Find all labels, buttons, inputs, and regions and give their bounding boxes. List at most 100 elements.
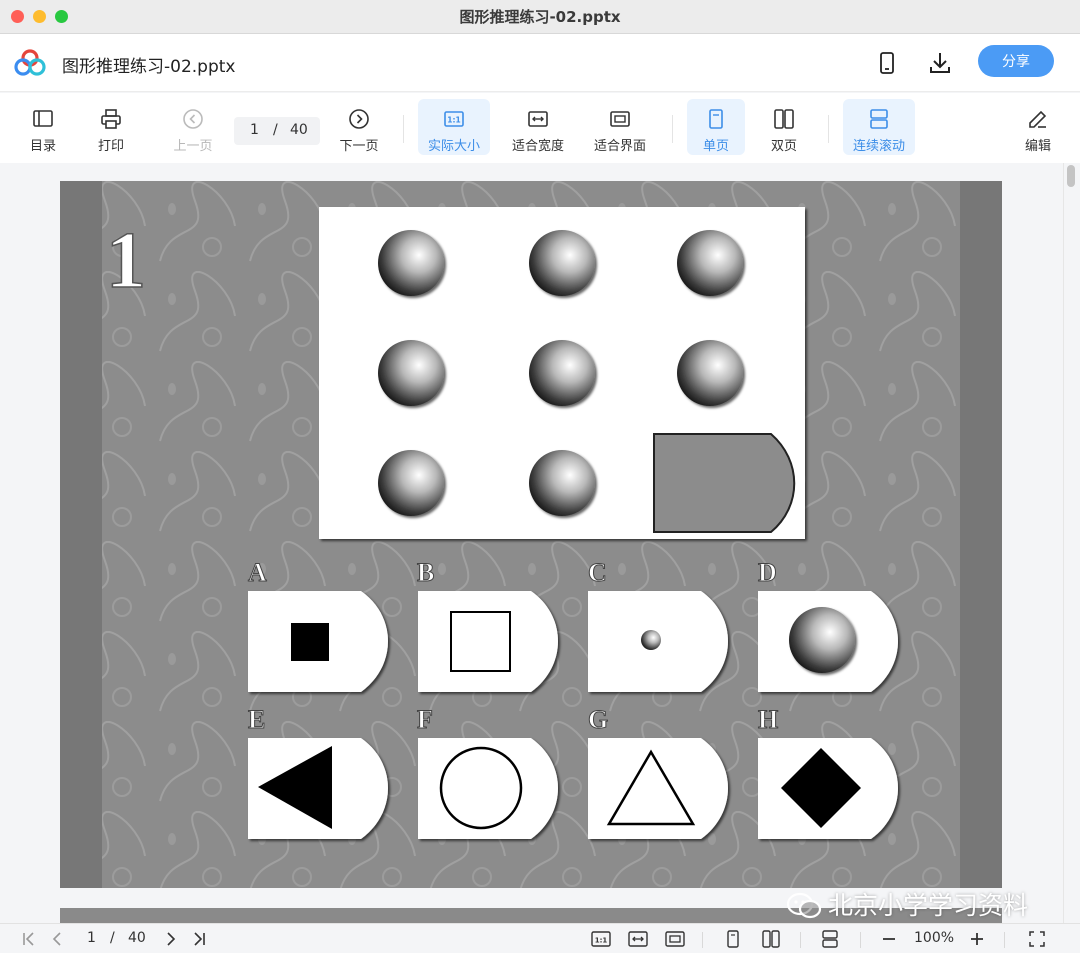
actual-size-icon[interactable]: 1:1 bbox=[590, 930, 612, 948]
printer-icon bbox=[101, 109, 121, 129]
phone-icon[interactable] bbox=[874, 50, 900, 76]
option-card-b[interactable] bbox=[418, 591, 558, 692]
double-page-label: 双页 bbox=[770, 139, 797, 154]
current-page: 1 bbox=[250, 122, 259, 138]
toc-button[interactable]: 目录 bbox=[14, 99, 72, 155]
prev-page-button[interactable]: 上一页 bbox=[164, 99, 222, 155]
status-page-separator: / bbox=[110, 930, 115, 946]
zoom-out-icon[interactable] bbox=[880, 930, 898, 948]
missing-piece-slot bbox=[653, 433, 796, 533]
next-page-button[interactable]: 下一页 bbox=[330, 99, 388, 155]
zoom-in-icon[interactable] bbox=[968, 930, 986, 948]
single-page-label: 单页 bbox=[702, 139, 729, 154]
chevron-left-circle-icon bbox=[183, 109, 203, 129]
option-letter: E bbox=[248, 705, 265, 734]
svg-text:1:1: 1:1 bbox=[595, 937, 608, 945]
sphere bbox=[378, 340, 444, 406]
prev-page-icon[interactable] bbox=[48, 930, 66, 948]
document-viewer[interactable]: 1 A B C D E F G H bbox=[0, 163, 1080, 923]
single-page-button[interactable]: 单页 bbox=[687, 99, 745, 155]
actual-size-button[interactable]: 1:1 实际大小 bbox=[418, 99, 490, 155]
continuous-scroll-label: 连续滚动 bbox=[852, 139, 905, 154]
double-page-icon[interactable] bbox=[761, 930, 781, 948]
print-button[interactable]: 打印 bbox=[82, 99, 140, 155]
svg-text:1:1: 1:1 bbox=[447, 116, 460, 125]
toolbar: 目录 打印 上一页 1 / 40 下一页 1:1 实际大小 适合宽度 适合界面 … bbox=[0, 93, 1080, 163]
fit-screen-label: 适合界面 bbox=[593, 139, 646, 154]
total-pages: 40 bbox=[290, 122, 308, 138]
cloud-logo-icon bbox=[14, 49, 46, 76]
actual-size-label: 实际大小 bbox=[427, 139, 480, 154]
page-number-input[interactable]: 1 / 40 bbox=[234, 117, 320, 145]
option-letter: D bbox=[758, 558, 777, 587]
sphere bbox=[378, 450, 444, 516]
scrollbar-thumb[interactable] bbox=[1067, 165, 1075, 187]
continuous-scroll-icon bbox=[870, 109, 888, 129]
option-letter: G bbox=[588, 705, 608, 734]
status-divider bbox=[800, 932, 801, 948]
double-page-icon bbox=[774, 109, 794, 129]
option-letter: F bbox=[417, 705, 433, 734]
toc-icon bbox=[33, 110, 53, 127]
title-bar: 图形推理练习-02.pptx bbox=[0, 0, 1080, 34]
edit-icon bbox=[1029, 110, 1047, 128]
toc-label: 目录 bbox=[29, 139, 56, 154]
fit-width-icon[interactable] bbox=[627, 930, 649, 948]
slide-right-border bbox=[960, 181, 1002, 888]
page-separator: / bbox=[273, 122, 278, 138]
prev-page-label: 上一页 bbox=[173, 139, 213, 154]
fit-screen-button[interactable]: 适合界面 bbox=[584, 99, 656, 155]
app-window: 图形推理练习-02.pptx 图形推理练习-02.pptx 分享 目录 打印 上… bbox=[0, 0, 1080, 953]
watermark-text: 北京小学学习资料 bbox=[828, 891, 1029, 920]
sphere bbox=[677, 340, 743, 406]
fit-screen-icon bbox=[610, 111, 630, 127]
fullscreen-icon[interactable] bbox=[1028, 930, 1046, 948]
single-page-icon[interactable] bbox=[724, 930, 742, 948]
fit-screen-icon[interactable] bbox=[664, 930, 686, 948]
app-header: 图形推理练习-02.pptx 分享 bbox=[0, 34, 1080, 92]
zoom-level: 100% bbox=[914, 930, 955, 946]
fit-width-button[interactable]: 适合宽度 bbox=[502, 99, 574, 155]
next-page-icon[interactable] bbox=[162, 930, 180, 948]
sphere bbox=[529, 230, 595, 296]
status-divider bbox=[702, 932, 703, 948]
window-title: 图形推理练习-02.pptx bbox=[459, 8, 621, 26]
last-page-icon[interactable] bbox=[190, 930, 208, 948]
document-title: 图形推理练习-02.pptx bbox=[62, 57, 236, 77]
slide-left-border bbox=[60, 181, 102, 888]
sphere bbox=[529, 340, 595, 406]
status-divider bbox=[1004, 932, 1005, 948]
actual-size-icon: 1:1 bbox=[444, 111, 464, 127]
fit-width-label: 适合宽度 bbox=[511, 139, 564, 154]
scrollbar-track bbox=[1063, 163, 1064, 923]
continuous-scroll-button[interactable]: 连续滚动 bbox=[843, 99, 915, 155]
status-total-pages: 40 bbox=[128, 930, 146, 946]
wechat-icon bbox=[786, 892, 822, 919]
continuous-scroll-icon[interactable] bbox=[820, 930, 840, 948]
slide-1: 1 A B C D E F G H bbox=[60, 181, 1002, 888]
option-letter: C bbox=[588, 558, 607, 587]
sphere bbox=[677, 230, 743, 296]
first-page-icon[interactable] bbox=[20, 930, 38, 948]
sphere-shape bbox=[789, 607, 855, 673]
single-page-icon bbox=[709, 109, 723, 129]
toolbar-divider bbox=[672, 115, 673, 143]
option-letter: B bbox=[417, 558, 434, 587]
toolbar-divider bbox=[403, 115, 404, 143]
print-label: 打印 bbox=[97, 139, 124, 154]
toolbar-divider bbox=[828, 115, 829, 143]
chevron-right-circle-icon bbox=[349, 109, 369, 129]
status-current-page[interactable]: 1 bbox=[87, 930, 96, 946]
question-number: 1 bbox=[106, 217, 146, 305]
status-divider bbox=[860, 932, 861, 948]
sphere bbox=[529, 450, 595, 516]
double-page-button[interactable]: 双页 bbox=[755, 99, 813, 155]
share-button[interactable]: 分享 bbox=[978, 45, 1054, 77]
edit-button[interactable]: 编辑 bbox=[1009, 99, 1067, 155]
option-letter: H bbox=[758, 705, 778, 734]
option-card-f[interactable] bbox=[418, 738, 558, 839]
fit-width-icon bbox=[528, 111, 548, 127]
download-icon[interactable] bbox=[927, 50, 953, 76]
status-bar: 1 / 40 1:1 100% bbox=[0, 923, 1080, 953]
small-sphere-shape bbox=[641, 630, 661, 650]
